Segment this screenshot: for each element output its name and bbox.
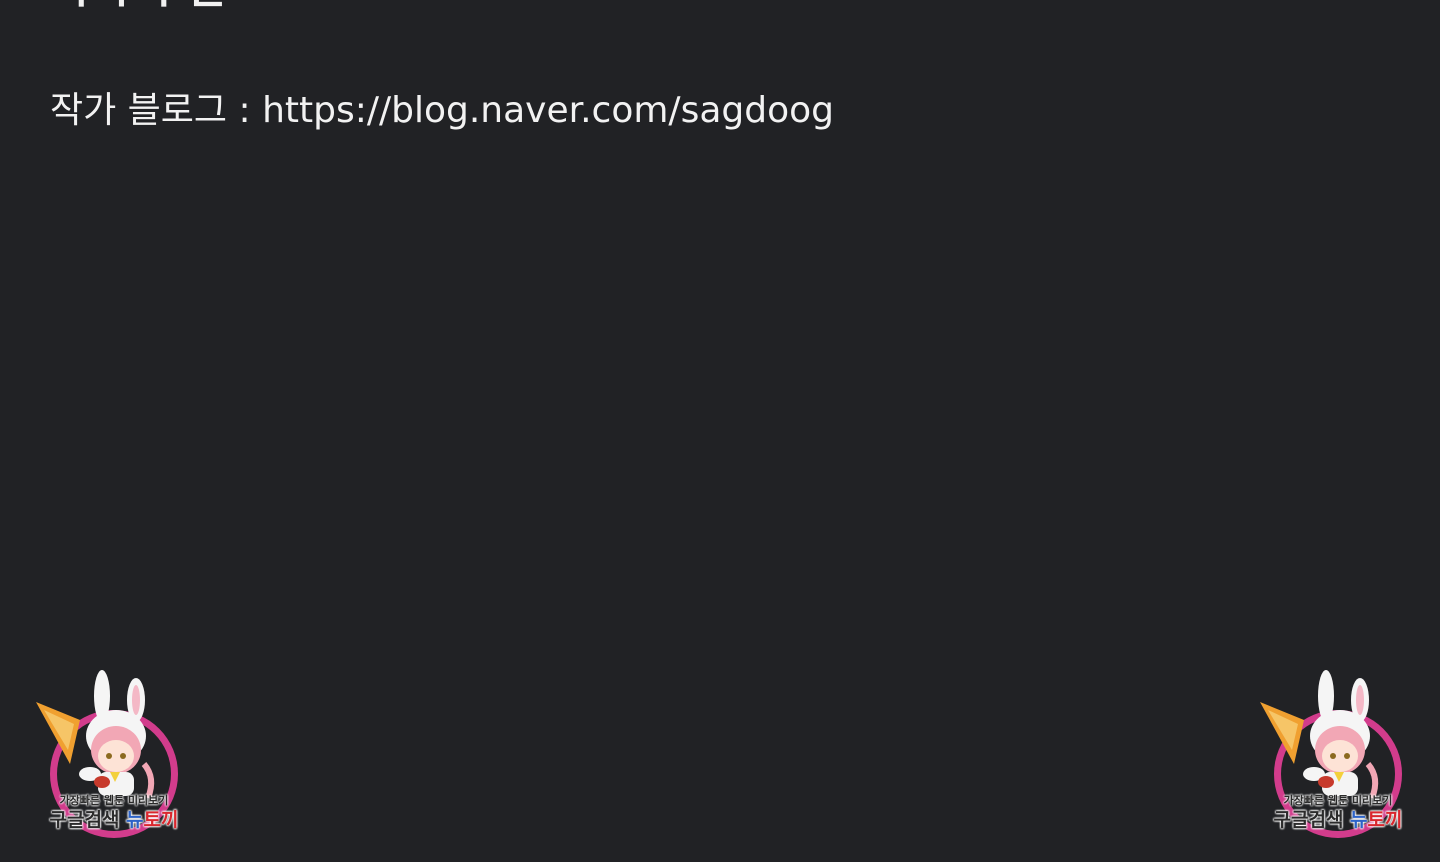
- watermark-brand-blue: 뉴: [126, 809, 144, 831]
- author-blog-line: 작가 블로그 : https://blog.naver.com/sagdoog: [50, 88, 834, 134]
- watermark-left: 가장빠른 웹툰 미리보기 구글검색 뉴토끼: [32, 666, 196, 850]
- watermark-tagline: 가장빠른 웹툰 미리보기: [1283, 794, 1393, 807]
- watermark-prefix: 구글검색: [49, 809, 127, 831]
- watermark-brand-blue: 뉴: [1350, 809, 1368, 831]
- watermark-tagline: 가장빠른 웹툰 미리보기: [59, 794, 169, 807]
- watermark-brand: 구글검색 뉴토끼: [32, 808, 196, 832]
- watermark-brand-red: 토끼: [143, 809, 179, 831]
- page-title: 작가의 말: [50, 0, 227, 10]
- watermark-brand: 구글검색 뉴토끼: [1256, 808, 1420, 832]
- watermark-brand-red: 토끼: [1367, 809, 1403, 831]
- watermark-prefix: 구글검색: [1273, 809, 1351, 831]
- blog-link[interactable]: https://blog.naver.com/sagdoog: [262, 90, 834, 131]
- blog-label: 작가 블로그 :: [50, 90, 263, 131]
- watermark-right: 가장빠른 웹툰 미리보기 구글검색 뉴토끼: [1256, 666, 1420, 850]
- webtoon-page: 작가의 말 작가 블로그 : https://blog.naver.com/sa…: [0, 0, 1440, 862]
